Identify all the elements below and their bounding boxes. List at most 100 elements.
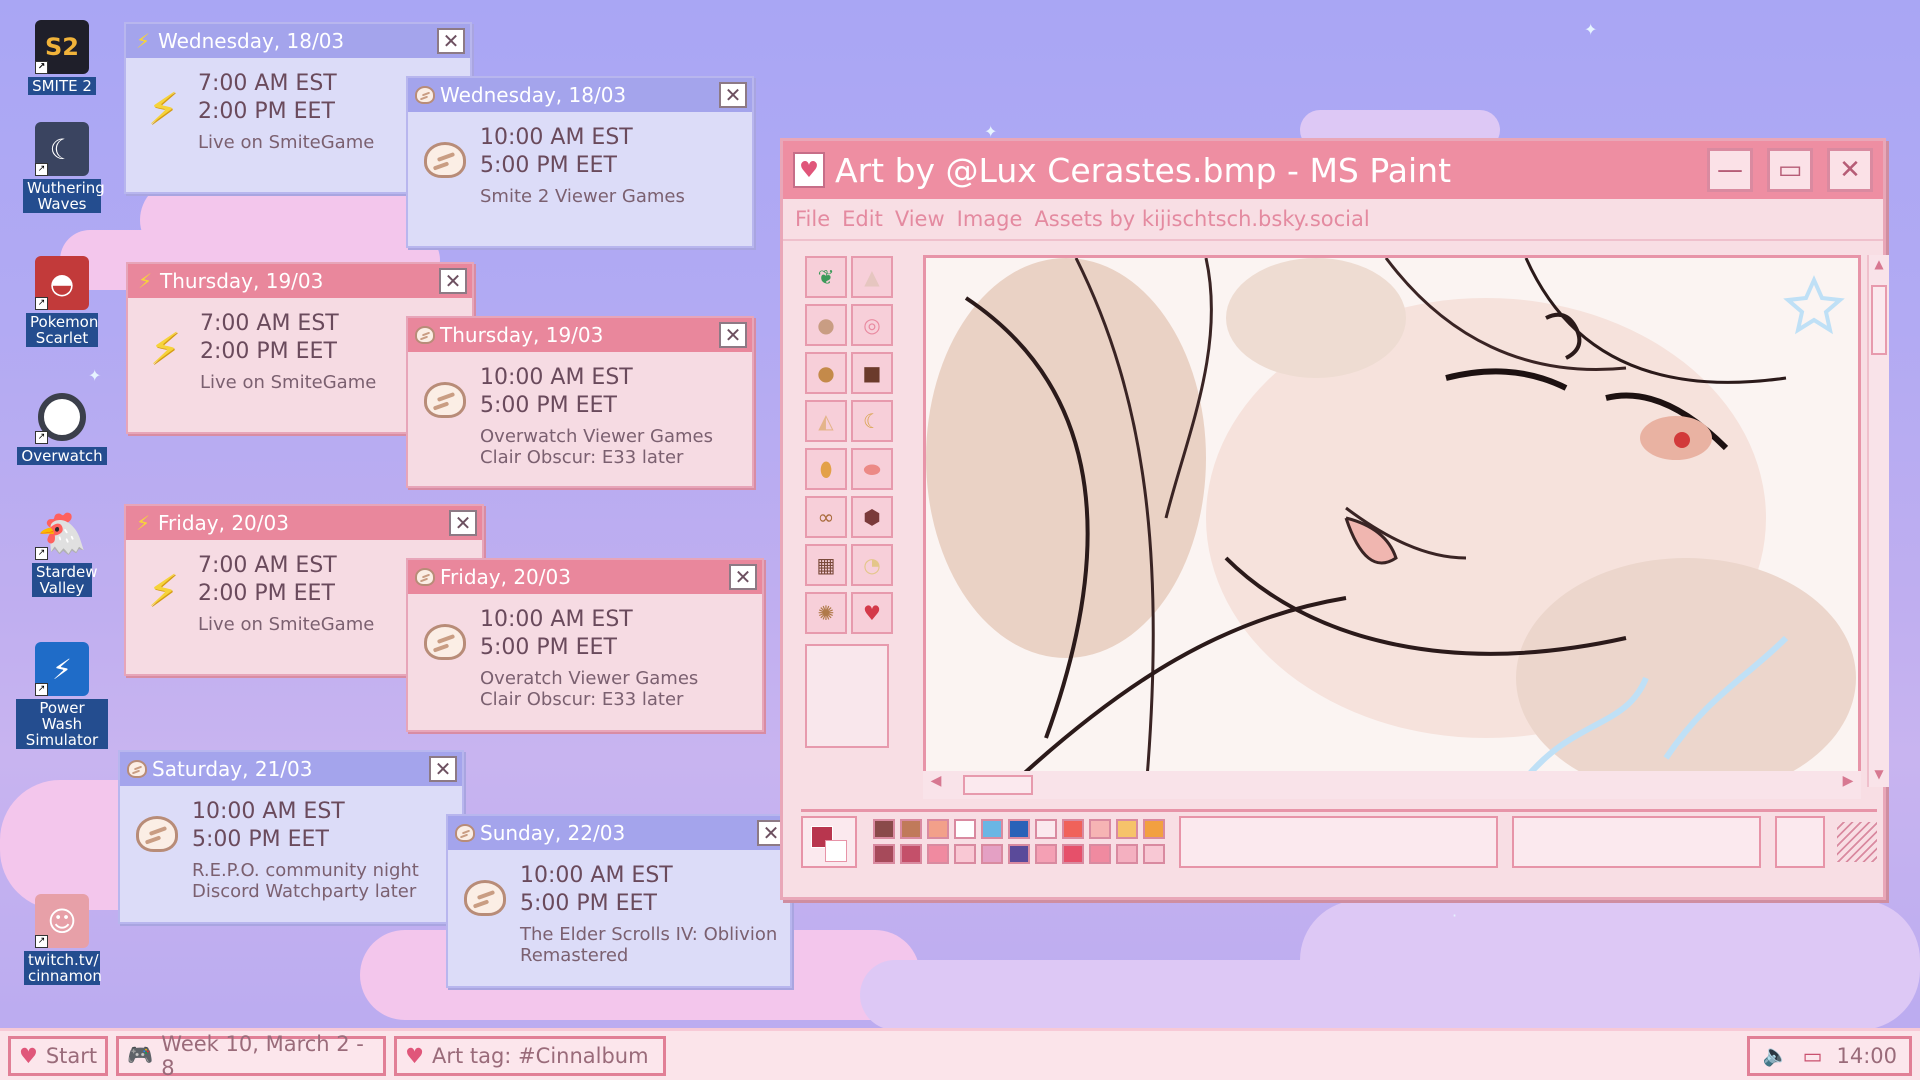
swatch[interactable] bbox=[1007, 819, 1030, 839]
window-titlebar[interactable]: ⚡ Wednesday, 18/03 ✕ bbox=[126, 24, 470, 58]
schedule-window-sat[interactable]: Saturday, 21/03 ✕ 10:00 AM EST 5:00 PM E… bbox=[118, 750, 464, 924]
battery-icon[interactable]: ▭ bbox=[1803, 1044, 1823, 1068]
menu-assets-credit[interactable]: Assets by kijischtsch.bsky.social bbox=[1034, 207, 1369, 231]
swatch[interactable] bbox=[980, 819, 1003, 839]
macaron-tool-icon[interactable]: ⬬ bbox=[851, 448, 893, 490]
pie-tool-icon[interactable]: ◔ bbox=[851, 544, 893, 586]
paint-window[interactable]: ♥ Art by @Lux Cerastes.bmp - MS Paint — … bbox=[780, 138, 1889, 900]
bread-tool-icon[interactable]: ● bbox=[805, 304, 847, 346]
swatch[interactable] bbox=[1142, 844, 1165, 864]
scroll-down-icon[interactable]: ▼ bbox=[1871, 767, 1887, 785]
muffin-tool-icon[interactable]: ⬢ bbox=[851, 496, 893, 538]
taskbar-week-button[interactable]: 🎮 Week 10, March 2 - 8 bbox=[116, 1032, 387, 1080]
close-button[interactable]: ✕ bbox=[1827, 148, 1873, 192]
cake-tool-icon[interactable]: ■ bbox=[851, 352, 893, 394]
swatch[interactable] bbox=[1088, 844, 1111, 864]
volume-icon[interactable]: 🔈 bbox=[1762, 1043, 1788, 1068]
paint-title: Art by @Lux Cerastes.bmp - MS Paint bbox=[835, 150, 1452, 190]
twitch-avatar-icon: ☺ ↗ bbox=[35, 894, 89, 948]
cream-tool-icon[interactable]: ▲ bbox=[851, 256, 893, 298]
baguette-tool-icon[interactable]: ⬮ bbox=[805, 448, 847, 490]
menu-edit[interactable]: Edit bbox=[842, 207, 883, 231]
bread-icon bbox=[424, 624, 466, 660]
stardew-valley-icon: 🐔 ↗ bbox=[35, 506, 89, 560]
window-titlebar[interactable]: Friday, 20/03 ✕ bbox=[408, 560, 762, 594]
close-button[interactable]: ✕ bbox=[429, 756, 457, 782]
window-titlebar[interactable]: Thursday, 19/03 ✕ bbox=[408, 318, 752, 352]
shortcake-tool-icon[interactable]: ◭ bbox=[805, 400, 847, 442]
swatch[interactable] bbox=[926, 819, 949, 839]
swatch[interactable] bbox=[1007, 844, 1030, 864]
swatch[interactable] bbox=[1061, 819, 1084, 839]
desktop-icon-smite[interactable]: S2 ↗ SMITE 2 bbox=[10, 20, 114, 95]
start-button[interactable]: ♥ Start bbox=[8, 1035, 109, 1076]
close-button[interactable]: ✕ bbox=[729, 564, 757, 590]
window-titlebar[interactable]: ⚡ Friday, 20/03 ✕ bbox=[126, 506, 482, 540]
horizontal-scrollbar[interactable]: ◀ ▶ bbox=[923, 771, 1861, 799]
swatch[interactable] bbox=[1061, 844, 1084, 864]
swatch[interactable] bbox=[1034, 844, 1057, 864]
close-button[interactable]: ✕ bbox=[437, 28, 465, 54]
swatch[interactable] bbox=[1115, 819, 1138, 839]
cookie2-tool-icon[interactable]: ✺ bbox=[805, 592, 847, 634]
close-button[interactable]: ✕ bbox=[719, 322, 747, 348]
scroll-right-icon[interactable]: ▶ bbox=[1839, 773, 1857, 795]
swatch[interactable] bbox=[872, 844, 895, 864]
minimize-button[interactable]: — bbox=[1707, 148, 1753, 192]
scroll-left-icon[interactable]: ◀ bbox=[927, 773, 945, 795]
close-button[interactable]: ✕ bbox=[719, 82, 747, 108]
desktop-icon-twitch[interactable]: ☺ ↗ twitch.tv/ cinnamon bbox=[10, 894, 114, 985]
tool-options-panel[interactable] bbox=[805, 644, 889, 748]
paint-file-icon: ♥ bbox=[405, 1043, 424, 1068]
swatch[interactable] bbox=[1034, 819, 1057, 839]
schedule-window-fri[interactable]: Friday, 20/03 ✕ 10:00 AM EST 5:00 PM EET… bbox=[406, 558, 764, 732]
swatch[interactable] bbox=[1088, 819, 1111, 839]
swatch[interactable] bbox=[899, 844, 922, 864]
resize-grip-icon[interactable] bbox=[1837, 821, 1877, 862]
cookie-tool-icon[interactable]: ● bbox=[805, 352, 847, 394]
current-colors[interactable] bbox=[801, 815, 857, 868]
desktop-icon-stardew-valley[interactable]: 🐔 ↗ Stardew Valley bbox=[10, 506, 114, 597]
close-button[interactable]: ✕ bbox=[439, 268, 467, 294]
paint-titlebar[interactable]: ♥ Art by @Lux Cerastes.bmp - MS Paint — … bbox=[783, 141, 1883, 199]
menu-file[interactable]: File bbox=[795, 207, 830, 231]
taskbar-art-tag-button[interactable]: ♥ Art tag: #Cinnalbum bbox=[394, 1035, 667, 1076]
leaf-tool-icon[interactable]: ❦ bbox=[805, 256, 847, 298]
swatch[interactable] bbox=[899, 819, 922, 839]
swatch[interactable] bbox=[953, 844, 976, 864]
desktop-icon-wuthering-waves[interactable]: ☾ ↗ Wuthering Waves bbox=[10, 122, 114, 213]
window-titlebar[interactable]: Sunday, 22/03 ✕ bbox=[448, 816, 790, 850]
clock[interactable]: 14:00 bbox=[1836, 1044, 1897, 1068]
desktop-icon-overwatch[interactable]: ↗ Overwatch bbox=[10, 390, 114, 465]
swatch[interactable] bbox=[953, 819, 976, 839]
scroll-up-icon[interactable]: ▲ bbox=[1871, 257, 1887, 275]
swatch[interactable] bbox=[1142, 819, 1165, 839]
maximize-button[interactable]: ▭ bbox=[1767, 148, 1813, 192]
schedule-window-sun[interactable]: Sunday, 22/03 ✕ 10:00 AM EST 5:00 PM EET… bbox=[446, 814, 792, 988]
chocolate-tool-icon[interactable]: ▦ bbox=[805, 544, 847, 586]
scroll-thumb[interactable] bbox=[1871, 285, 1887, 355]
swatch[interactable] bbox=[1115, 844, 1138, 864]
window-titlebar[interactable]: Saturday, 21/03 ✕ bbox=[120, 752, 462, 786]
swatch[interactable] bbox=[926, 844, 949, 864]
window-titlebar[interactable]: ⚡ Thursday, 19/03 ✕ bbox=[128, 264, 472, 298]
menu-view[interactable]: View bbox=[895, 207, 945, 231]
paint-canvas[interactable] bbox=[923, 255, 1861, 787]
scroll-thumb[interactable] bbox=[963, 775, 1033, 795]
schedule-window-wed[interactable]: Wednesday, 18/03 ✕ 10:00 AM EST 5:00 PM … bbox=[406, 76, 754, 248]
bolt-icon: ⚡ bbox=[147, 84, 179, 135]
desktop-icon-pokemon-scarlet[interactable]: ◓ ↗ Pokemon Scarlet bbox=[10, 256, 114, 347]
pretzel-tool-icon[interactable]: ∞ bbox=[805, 496, 847, 538]
close-button[interactable]: ✕ bbox=[449, 510, 477, 536]
schedule-window-thu[interactable]: Thursday, 19/03 ✕ 10:00 AM EST 5:00 PM E… bbox=[406, 316, 754, 488]
menu-image[interactable]: Image bbox=[957, 207, 1023, 231]
vertical-scrollbar[interactable]: ▲ ▼ bbox=[1867, 255, 1889, 787]
swatch[interactable] bbox=[980, 844, 1003, 864]
croissant-tool-icon[interactable]: ☾ bbox=[851, 400, 893, 442]
donut-tool-icon[interactable]: ◎ bbox=[851, 304, 893, 346]
swatch[interactable] bbox=[872, 819, 895, 839]
strawberry-tool-icon[interactable]: ♥ bbox=[851, 592, 893, 634]
sparkle: ✦ bbox=[1584, 20, 1598, 39]
desktop-icon-power-wash[interactable]: ⚡ ↗ Power Wash Simulator bbox=[10, 642, 114, 749]
window-titlebar[interactable]: Wednesday, 18/03 ✕ bbox=[408, 78, 752, 112]
